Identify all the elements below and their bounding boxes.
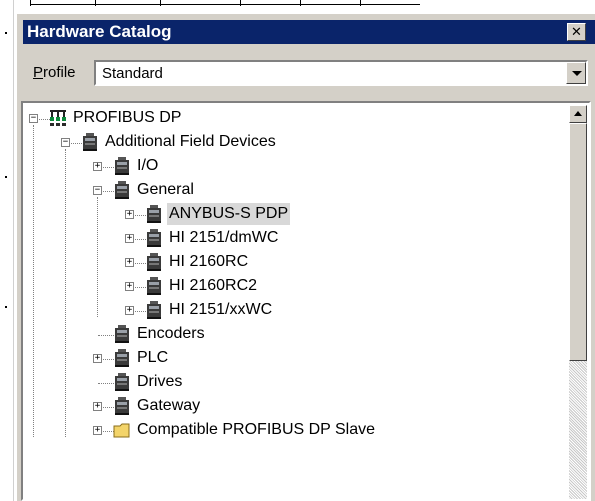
- expand-icon[interactable]: +: [93, 162, 102, 171]
- tree-node-label: I/O: [137, 157, 159, 174]
- vertical-scrollbar[interactable]: [569, 105, 587, 499]
- profile-label: Profile: [33, 64, 76, 81]
- device-icon: [113, 324, 129, 343]
- device-icon: [145, 204, 161, 223]
- device-icon: [145, 276, 161, 295]
- collapse-icon[interactable]: −: [29, 114, 38, 123]
- profile-select-value: Standard: [102, 65, 163, 82]
- device-icon: [145, 300, 161, 319]
- close-button[interactable]: ✕: [567, 23, 586, 41]
- folder-icon: [113, 420, 130, 438]
- tree-node-label: HI 2151/xxWC: [169, 301, 273, 318]
- window-title[interactable]: Hardware Catalog: [23, 20, 595, 44]
- device-icon: [113, 348, 129, 367]
- collapse-icon[interactable]: −: [61, 138, 70, 147]
- collapse-icon[interactable]: −: [93, 186, 102, 195]
- hardware-catalog-window: Hardware Catalog ✕ Profile Standard − PRO…: [16, 14, 595, 501]
- device-icon: [145, 228, 161, 247]
- device-icon: [145, 252, 161, 271]
- tree-node-label: ANYBUS-S PDP: [167, 203, 291, 225]
- tree-node-label: Compatible PROFIBUS DP Slave: [137, 421, 376, 438]
- profile-select[interactable]: Standard: [94, 60, 588, 86]
- tree-node-label: Encoders: [137, 325, 205, 342]
- device-icon: [113, 372, 129, 391]
- expand-icon[interactable]: +: [125, 210, 134, 219]
- device-icon: [81, 132, 97, 151]
- chevron-down-icon[interactable]: [566, 62, 586, 84]
- device-icon: [113, 180, 129, 199]
- left-rule: [13, 0, 14, 501]
- tree-node-label: PLC: [137, 349, 169, 366]
- expand-icon[interactable]: +: [93, 402, 102, 411]
- tree-node-label: General: [137, 181, 194, 198]
- scroll-up-button[interactable]: [569, 105, 587, 123]
- expand-icon[interactable]: +: [93, 354, 102, 363]
- tree-node-label: Additional Field Devices: [105, 133, 276, 150]
- expand-icon[interactable]: +: [125, 306, 134, 315]
- scrollbar-track[interactable]: [569, 361, 587, 499]
- tree-node-label: Gateway: [137, 397, 201, 414]
- device-icon: [113, 396, 129, 415]
- expand-icon[interactable]: +: [125, 258, 134, 267]
- tree-node-label: HI 2160RC: [169, 253, 249, 270]
- expand-icon[interactable]: +: [125, 234, 134, 243]
- tree-node-label: PROFIBUS DP: [73, 109, 182, 126]
- network-icon: [49, 108, 66, 126]
- scrollbar-thumb[interactable]: [569, 123, 587, 361]
- device-icon: [113, 156, 129, 175]
- expand-icon[interactable]: +: [93, 426, 102, 435]
- tree-node-label: HI 2151/dmWC: [169, 229, 279, 246]
- tree-node-label: HI 2160RC2: [169, 277, 258, 294]
- top-strip: [0, 0, 595, 14]
- screenshot: Hardware Catalog ✕ Profile Standard − PRO…: [0, 0, 595, 501]
- catalog-tree[interactable]: − PROFIBUS DP − Additional Field Devices + I/…: [21, 101, 591, 501]
- close-icon: ✕: [571, 24, 582, 39]
- expand-icon[interactable]: +: [125, 282, 134, 291]
- tree-node-label: Drives: [137, 373, 183, 390]
